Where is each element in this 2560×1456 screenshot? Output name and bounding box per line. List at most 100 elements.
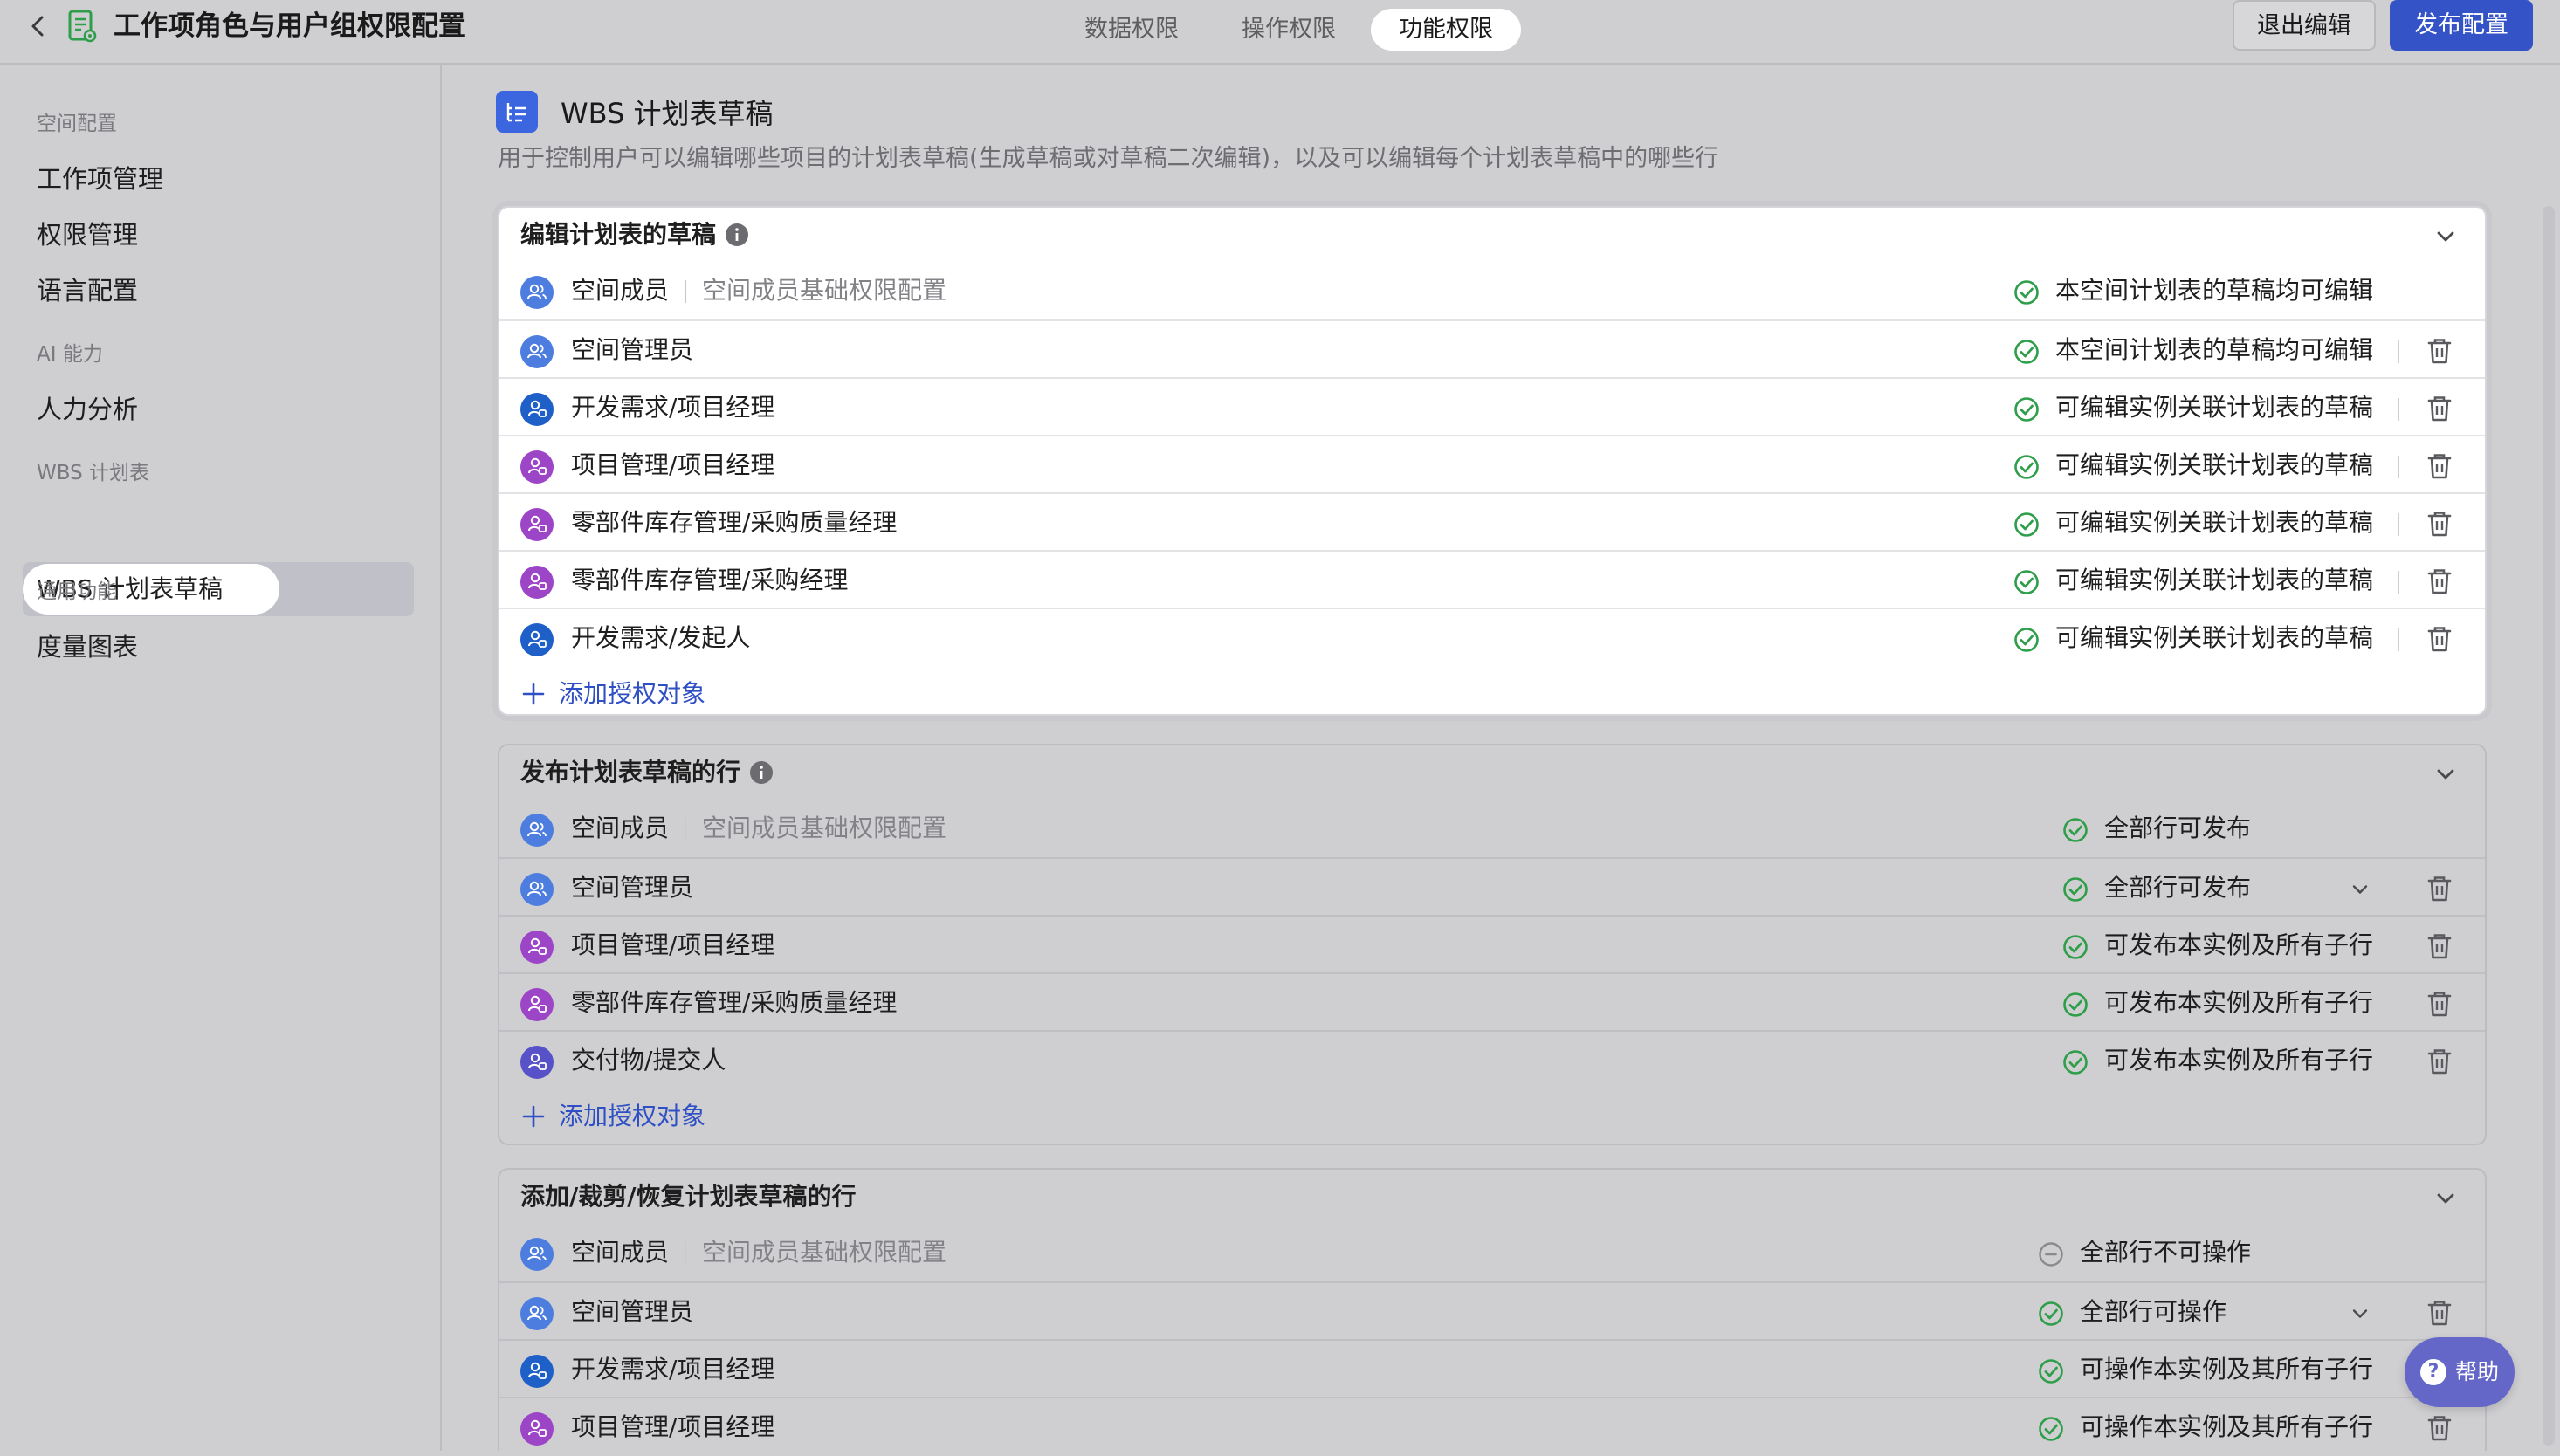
permission-label[interactable]: 可发布本实例及所有子行 <box>2104 1032 2373 1089</box>
exit-edit-button[interactable]: 退出编辑 <box>2233 0 2376 51</box>
permission-label[interactable]: 可发布本实例及所有子行 <box>2104 917 2373 974</box>
trash-icon[interactable] <box>2426 874 2453 903</box>
table-row: 零部件库存管理/采购质量经理 可编辑实例关联计划表的草稿 <box>499 492 2485 552</box>
divider <box>2398 456 2399 478</box>
trash-icon[interactable] <box>2426 451 2453 481</box>
scrollbar[interactable] <box>2543 206 2555 1446</box>
check-circle-icon <box>2062 817 2089 843</box>
table-row: 开发需求/发起人 可编辑实例关联计划表的草稿 <box>499 608 2485 667</box>
divider <box>2398 1418 2399 1440</box>
permission-label[interactable]: 可操作本实例及其所有子行 <box>2080 1398 2373 1456</box>
table-row: 空间成员 空间成员基础权限配置 本空间计划表的草稿均可编辑 <box>499 262 2485 319</box>
trash-icon[interactable] <box>2426 336 2453 366</box>
page-title: 工作项角色与用户组权限配置 <box>114 10 465 42</box>
divider <box>2398 1302 2399 1325</box>
table-row: 空间管理员 全部行可操作 <box>499 1281 2485 1341</box>
top-bar: 工作项角色与用户组权限配置 数据权限 操作权限 功能权限 退出编辑 发布配置 <box>0 0 2560 65</box>
sidebar-item-metric-charts[interactable]: 度量图表 <box>37 627 138 663</box>
add-grantee-button[interactable]: 添加授权对象 <box>520 1088 705 1145</box>
sidebar-item-workitem-management[interactable]: 工作项管理 <box>37 159 163 196</box>
row-name: 空间管理员 <box>571 873 694 902</box>
add-grantee-label: 添加授权对象 <box>559 679 706 708</box>
trash-icon[interactable] <box>2426 509 2453 539</box>
check-circle-icon <box>2062 1049 2089 1075</box>
card-title-text: 发布计划表草稿的行 <box>520 758 741 786</box>
table-row: 开发需求/项目经理 可编辑实例关联计划表的草稿 <box>499 377 2485 436</box>
trash-icon[interactable] <box>2426 567 2453 596</box>
trash-icon[interactable] <box>2426 931 2453 961</box>
row-subtitle: 空间成员基础权限配置 <box>702 814 947 842</box>
trash-icon[interactable] <box>2426 624 2453 654</box>
row-name: 开发需求/发起人 <box>571 623 751 652</box>
trash-icon[interactable] <box>2426 394 2453 423</box>
check-circle-icon <box>2013 569 2040 595</box>
table-row: 空间管理员 全部行可发布 <box>499 857 2485 917</box>
section-description: 用于控制用户可以编辑哪些项目的计划表草稿(生成草稿或对草稿二次编辑)，以及可以编… <box>498 145 1719 172</box>
permission-select[interactable]: 全部行可发布 <box>2104 859 2251 917</box>
table-row: 空间成员 空间成员基础权限配置 全部行不可操作 <box>499 1224 2485 1281</box>
table-row: 零部件库存管理/采购质量经理 可发布本实例及所有子行 <box>499 972 2485 1032</box>
divider <box>2398 1051 2399 1074</box>
row-name: 空间管理员 <box>571 335 694 364</box>
collapse-chevron-icon[interactable] <box>2433 1185 2459 1212</box>
trash-icon[interactable] <box>2426 1413 2453 1443</box>
sidebar-item-permission-management[interactable]: 权限管理 <box>37 215 138 251</box>
row-name: 空间成员 <box>571 276 670 305</box>
permission-select[interactable]: 全部行可操作 <box>2080 1283 2226 1341</box>
row-name: 开发需求/项目经理 <box>571 393 775 422</box>
permission-label[interactable]: 可编辑实例关联计划表的草稿 <box>2055 609 2373 667</box>
role-icon <box>520 1355 554 1388</box>
permission-label[interactable]: 可发布本实例及所有子行 <box>2104 974 2373 1032</box>
add-grantee-label: 添加授权对象 <box>559 1102 706 1130</box>
add-grantee-button[interactable]: 添加授权对象 <box>520 665 705 723</box>
back-arrow-icon[interactable] <box>23 10 54 42</box>
card-title-text: 添加/裁剪/恢复计划表草稿的行 <box>520 1182 857 1211</box>
row-name: 项目管理/项目经理 <box>571 450 775 479</box>
collapse-chevron-icon[interactable] <box>2433 223 2459 250</box>
minus-circle-icon <box>2038 1241 2064 1267</box>
role-icon <box>520 931 554 964</box>
table-row: 零部件库存管理/采购经理 可编辑实例关联计划表的草稿 <box>499 550 2485 609</box>
check-circle-icon <box>2062 992 2089 1018</box>
check-circle-icon <box>2062 934 2089 960</box>
permission-label[interactable]: 可编辑实例关联计划表的草稿 <box>2055 379 2373 436</box>
permission-label[interactable]: 可编辑实例关联计划表的草稿 <box>2055 494 2373 552</box>
info-icon[interactable] <box>749 760 774 785</box>
trash-icon[interactable] <box>2426 989 2453 1019</box>
permission-label[interactable]: 本空间计划表的草稿均可编辑 <box>2055 321 2373 379</box>
trash-icon[interactable] <box>2426 1047 2453 1076</box>
table-row: 交付物/提交人 可发布本实例及所有子行 <box>499 1030 2485 1089</box>
tab-data-permission[interactable]: 数据权限 <box>1056 9 1207 51</box>
permission-tabs: 数据权限 操作权限 功能权限 <box>1056 9 1521 54</box>
role-icon <box>520 1046 554 1079</box>
member-group-icon <box>520 873 554 906</box>
plus-icon <box>520 681 547 707</box>
chevron-down-icon[interactable] <box>2349 1302 2371 1325</box>
collapse-chevron-icon[interactable] <box>2433 761 2459 787</box>
publish-config-button[interactable]: 发布配置 <box>2390 0 2533 51</box>
member-group-icon <box>520 276 554 309</box>
divider <box>2398 340 2399 363</box>
role-icon <box>520 393 554 426</box>
divider <box>2398 1360 2399 1383</box>
sidebar-group-label: WBS 计划表 <box>37 462 150 484</box>
check-circle-icon <box>2062 876 2089 903</box>
trash-icon[interactable] <box>2426 1298 2453 1328</box>
tab-operation-permission[interactable]: 操作权限 <box>1214 9 1364 51</box>
sidebar-item-language-config[interactable]: 语言配置 <box>37 271 138 307</box>
permission-label[interactable]: 可编辑实例关联计划表的草稿 <box>2055 552 2373 609</box>
sidebar-group-label: AI 能力 <box>37 343 103 366</box>
permission-label[interactable]: 可操作本实例及其所有子行 <box>2080 1341 2373 1398</box>
chevron-down-icon[interactable] <box>2349 878 2371 901</box>
permission-label[interactable]: 可编辑实例关联计划表的草稿 <box>2055 436 2373 494</box>
help-button[interactable]: ? 帮助 <box>2405 1337 2515 1407</box>
tab-function-permission[interactable]: 功能权限 <box>1371 9 1521 51</box>
table-row: 项目管理/项目经理 可操作本实例及其所有子行 <box>499 1397 2485 1456</box>
info-icon[interactable] <box>725 223 749 247</box>
row-subtitle: 空间成员基础权限配置 <box>702 276 947 305</box>
check-circle-icon <box>2038 1358 2064 1384</box>
check-circle-icon <box>2013 339 2040 365</box>
section-title: WBS 计划表草稿 <box>561 97 774 130</box>
sidebar-item-workforce-analysis[interactable]: 人力分析 <box>37 389 138 426</box>
card-title: 编辑计划表的草稿 <box>520 208 749 262</box>
